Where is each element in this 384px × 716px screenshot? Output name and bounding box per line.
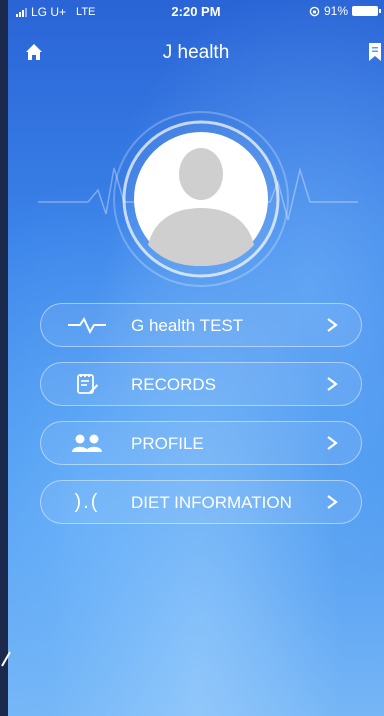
menu-item-diet-information[interactable]: ).( DIET INFORMATION <box>40 480 362 524</box>
edge-mark <box>1 651 11 667</box>
menu-item-label: RECORDS <box>131 375 217 394</box>
rotation-lock-icon <box>309 6 320 16</box>
menu-item-label: G health TEST <box>131 316 244 335</box>
diet-icon-text: ).( <box>74 490 100 513</box>
battery-icon <box>352 6 381 16</box>
menu-item-label: DIET INFORMATION <box>131 493 292 512</box>
menu-item-records[interactable]: RECORDS <box>40 362 362 406</box>
chevron-right-icon <box>327 377 338 391</box>
bookmark-icon <box>369 43 381 61</box>
menu-item-g-health-test[interactable]: G health TEST <box>40 303 362 347</box>
page-title: J health <box>162 42 230 63</box>
menu-item-label: PROFILE <box>131 434 204 453</box>
battery-percent: 91% <box>323 4 348 18</box>
bookmark-button[interactable] <box>368 42 382 62</box>
profile-area <box>38 110 358 300</box>
profile-graphic <box>38 111 358 287</box>
chevron-right-icon <box>327 318 338 332</box>
app-screen: LG U+ LTE 2:20 PM 91% J health G health … <box>8 0 384 716</box>
diet-icon: ).( <box>65 490 109 514</box>
main-menu: G health TEST RECORDS PROFILE).(DIET I… <box>40 303 362 539</box>
status-right: 91% <box>309 4 381 18</box>
users-icon <box>65 431 109 455</box>
menu-item-profile[interactable]: PROFILE <box>40 421 362 465</box>
chevron-right-icon <box>327 495 338 509</box>
chevron-right-icon <box>327 436 338 450</box>
app-header: J health <box>8 36 384 70</box>
heartbeat-icon <box>65 313 109 337</box>
notepad-icon <box>65 372 109 396</box>
status-bar: LG U+ LTE 2:20 PM 91% <box>8 0 384 22</box>
